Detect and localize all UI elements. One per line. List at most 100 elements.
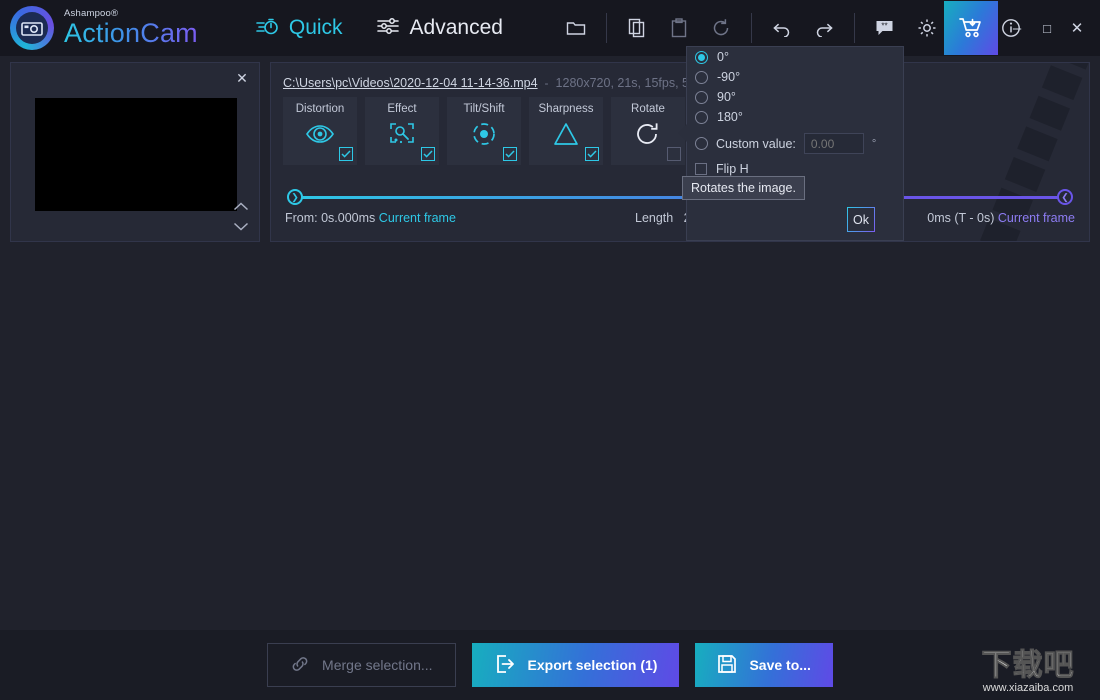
tool-card-distortion[interactable]: Distortion: [283, 97, 357, 165]
rotate-option-180[interactable]: 180°: [687, 107, 903, 127]
tool-card-rotate[interactable]: Rotate: [611, 97, 685, 165]
titlebar: Ashampoo® ActionCam Quick: [0, 0, 1100, 56]
rotate-option-0[interactable]: 0°: [687, 47, 903, 67]
maximize-button[interactable]: □: [1032, 0, 1062, 56]
nav-advanced-label: Advanced: [410, 16, 503, 40]
tool-checkbox[interactable]: [667, 147, 681, 161]
rotate-popup: 0° -90° 90° 180° Custom value: ° Flip H …: [686, 46, 904, 241]
preview-panel: ✕: [10, 62, 260, 242]
paste-icon[interactable]: [658, 7, 700, 49]
window-controls: – □ ✕: [944, 0, 1100, 56]
export-selection-label: Export selection (1): [528, 657, 658, 673]
sliders-icon: [377, 17, 401, 40]
timeline-from: From: 0s.000ms Current frame: [285, 211, 456, 225]
svg-text:**: **: [881, 22, 887, 31]
rotate-option-label: -90°: [717, 70, 740, 84]
file-path-link[interactable]: C:\Users\pc\Videos\2020-12-04 11-14-36.m…: [283, 76, 538, 90]
range-handle-end[interactable]: ❮: [1057, 189, 1073, 205]
main-nav: Quick Advanced: [256, 16, 503, 41]
chevron-up-icon[interactable]: [233, 198, 249, 216]
reset-icon[interactable]: [700, 7, 742, 49]
export-selection-button[interactable]: Export selection (1): [472, 643, 680, 687]
redo-icon[interactable]: [803, 7, 845, 49]
save-to-label: Save to...: [749, 657, 810, 673]
timeline-from-current-frame[interactable]: Current frame: [379, 211, 456, 225]
clip-panel: C:\Users\pc\Videos\2020-12-04 11-14-36.m…: [270, 62, 1090, 242]
flip-h-label: Flip H: [716, 162, 749, 176]
sharpness-triangle-icon: [552, 121, 580, 152]
tool-checkbox[interactable]: [503, 147, 517, 161]
radio-icon[interactable]: [695, 51, 708, 64]
app-logo: Ashampoo® ActionCam: [0, 6, 198, 50]
rotate-custom-label: Custom value:: [716, 137, 796, 151]
tool-card-label: Tilt/Shift: [463, 103, 504, 115]
degree-symbol: °: [872, 138, 876, 150]
timeline-to-label: 0ms (T - 0s): [927, 211, 994, 225]
rotate-option-90[interactable]: 90°: [687, 87, 903, 107]
tool-card-sharpness[interactable]: Sharpness: [529, 97, 603, 165]
rotate-option-minus90[interactable]: -90°: [687, 67, 903, 87]
radio-icon[interactable]: [695, 137, 708, 150]
stopwatch-icon: [256, 16, 280, 41]
gear-icon[interactable]: [906, 7, 948, 49]
merge-selection-label: Merge selection...: [322, 657, 433, 673]
rotate-option-label: 90°: [717, 90, 736, 104]
timeline-from-label: From: 0s.000ms: [285, 211, 375, 225]
tooltip: Rotates the image.: [682, 176, 805, 200]
timeline-to: 0ms (T - 0s) Current frame: [927, 211, 1075, 225]
tool-card-label: Effect: [387, 103, 416, 115]
tool-checkbox[interactable]: [421, 147, 435, 161]
rotate-option-label: 180°: [717, 110, 743, 124]
file-separator: -: [545, 76, 549, 90]
tool-checkbox[interactable]: [339, 147, 353, 161]
rotate-custom-row: Custom value: °: [687, 127, 903, 157]
close-icon[interactable]: ✕: [233, 69, 251, 87]
brand-name: ActionCam: [64, 20, 198, 47]
rotate-icon: [634, 121, 662, 152]
timeline-to-current-frame[interactable]: Current frame: [998, 211, 1075, 225]
radio-icon[interactable]: [695, 91, 708, 104]
tool-card-label: Sharpness: [539, 103, 594, 115]
nav-advanced[interactable]: Advanced: [377, 16, 503, 40]
tool-card-tilt-shift[interactable]: Tilt/Shift: [447, 97, 521, 165]
toolbar-divider-3: [854, 13, 855, 43]
tool-card-label: Rotate: [631, 103, 665, 115]
tool-card-effect[interactable]: Effect: [365, 97, 439, 165]
tool-checkbox[interactable]: [585, 147, 599, 161]
reorder-controls: [229, 198, 253, 236]
toolbar-divider-2: [751, 13, 752, 43]
folder-icon[interactable]: [555, 7, 597, 49]
nav-quick[interactable]: Quick: [256, 16, 343, 41]
range-handle-start[interactable]: ❯: [287, 189, 303, 205]
timeline-length-label: Length: [635, 211, 673, 225]
export-arrow-icon: [494, 653, 516, 678]
file-info-row: C:\Users\pc\Videos\2020-12-04 11-14-36.m…: [283, 76, 709, 90]
timeline-sliders: ❯ ❮: [283, 189, 1077, 205]
nav-quick-label: Quick: [289, 16, 343, 40]
copy-icon[interactable]: [616, 7, 658, 49]
undo-icon[interactable]: [761, 7, 803, 49]
ok-button[interactable]: Ok: [847, 207, 875, 232]
camera-logo-icon: [10, 6, 54, 50]
eye-target-icon: [305, 121, 335, 152]
tilt-shift-icon: [470, 121, 498, 152]
radio-icon[interactable]: [695, 111, 708, 124]
chevron-down-icon[interactable]: [233, 218, 249, 236]
link-icon: [290, 655, 310, 676]
cart-icon[interactable]: [944, 1, 998, 55]
radio-icon[interactable]: [695, 71, 708, 84]
bottom-action-bar: Merge selection... Export selection (1) …: [0, 630, 1100, 700]
close-button[interactable]: ✕: [1062, 0, 1092, 56]
tool-card-label: Distortion: [296, 103, 345, 115]
effect-wand-icon: [388, 121, 416, 152]
flip-h-checkbox[interactable]: [695, 163, 707, 175]
video-thumbnail[interactable]: [35, 98, 237, 211]
toolbar-divider-1: [606, 13, 607, 43]
rate-bubble-icon[interactable]: **: [864, 7, 906, 49]
merge-selection-button[interactable]: Merge selection...: [267, 643, 456, 687]
rotate-custom-input[interactable]: [804, 133, 864, 154]
minimize-button[interactable]: –: [1002, 0, 1032, 56]
save-disk-icon: [717, 654, 737, 677]
rotate-option-label: 0°: [717, 50, 729, 64]
save-to-button[interactable]: Save to...: [695, 643, 832, 687]
